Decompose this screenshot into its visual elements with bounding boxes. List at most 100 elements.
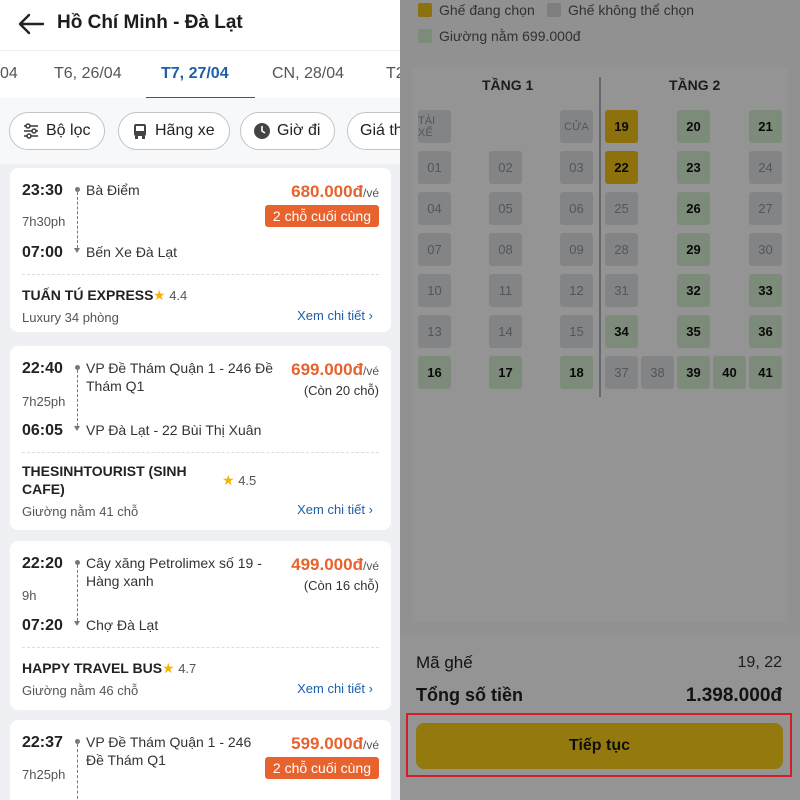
seat-27: 27 (749, 192, 782, 225)
seat-code-value: 19, 22 (737, 654, 782, 671)
star-icon: ★ (222, 472, 235, 488)
trip-card[interactable]: 23:30 7h30ph 07:00 Bà Điểm Bến Xe Đà Lạt… (10, 168, 391, 332)
door-marker: CỬA (560, 110, 593, 143)
view-details-link[interactable]: Xem chi tiết › (297, 308, 373, 323)
operator-name-line2: CAFE) (22, 481, 65, 497)
trip-card[interactable]: 22:20 9h 07:20 Cây xăng Petrolimex số 19… (10, 541, 391, 710)
view-details-label: Xem chi tiết (297, 308, 366, 323)
seat-21[interactable]: 21 (749, 110, 782, 143)
seat-31: 31 (605, 274, 638, 307)
operator-filter-button[interactable]: Hãng xe (118, 112, 230, 150)
seat-11: 11 (489, 274, 522, 307)
trip-card[interactable]: 22:40 7h25ph 06:05 VP Đề Thám Quận 1 - 2… (10, 346, 391, 530)
operator-rating: ★ 4.5 (222, 472, 256, 489)
last-seats-badge: 2 chỗ cuối cùng (264, 205, 379, 227)
operator-name-line1: THESINHTOURIST (SINH (22, 463, 187, 479)
clock-icon (254, 123, 270, 139)
trip-card[interactable]: 22:37 7h25ph VP Đề Thám Quận 1 - 246 Đề … (10, 720, 391, 800)
trip-price: 499.000đ/vé (291, 555, 379, 575)
filter-bar: Bộ lọc Hãng xe Giờ đi Giá th (0, 98, 400, 164)
sliders-icon (24, 123, 38, 139)
route-line (77, 744, 78, 800)
total-value: 1.398.000đ (685, 685, 782, 706)
floor-2-label: TẦNG 2 (669, 77, 721, 93)
trip-price: 699.000đ/vé (291, 360, 379, 380)
card-divider (22, 647, 379, 648)
seat-22[interactable]: 22 (605, 151, 638, 184)
seat-40[interactable]: 40 (713, 356, 746, 389)
legend-unavailable-swatch (547, 3, 561, 17)
seat-30: 30 (749, 233, 782, 266)
seat-36[interactable]: 36 (749, 315, 782, 348)
bus-icon (134, 124, 146, 139)
seat-18[interactable]: 18 (560, 356, 593, 389)
trip-list-screen: Hồ Chí Minh - Đà Lạt 04 T6, 26/04 T7, 27… (0, 0, 400, 800)
depart-time: 22:40 (22, 360, 63, 377)
view-details-link[interactable]: Xem chi tiết › (297, 681, 373, 696)
seat-20[interactable]: 20 (677, 110, 710, 143)
time-filter-button[interactable]: Giờ đi (240, 112, 336, 150)
arrive-time: 07:00 (22, 244, 63, 261)
filter-button[interactable]: Bộ lọc (9, 112, 106, 150)
trip-duration: 7h25ph (22, 767, 66, 782)
route-title: Hồ Chí Minh - Đà Lạt (57, 12, 243, 33)
price-unit: /vé (362, 364, 379, 378)
view-details-link[interactable]: Xem chi tiết › (297, 502, 373, 517)
seat-39[interactable]: 39 (677, 356, 710, 389)
seat-12: 12 (560, 274, 593, 307)
dropoff-point: VP Đà Lạt - 22 Bùi Thị Xuân (86, 422, 262, 438)
seat-17[interactable]: 17 (489, 356, 522, 389)
view-details-label: Xem chi tiết (297, 681, 366, 696)
tab-date-27[interactable]: T7, 27/04 (161, 65, 229, 83)
tab-date-next[interactable]: T2 (386, 65, 400, 83)
route-arrow-icon (74, 426, 80, 431)
trip-duration: 7h25ph (22, 394, 66, 409)
seat-37: 37 (605, 356, 638, 389)
pickup-point: Bà Điểm (86, 182, 140, 198)
top-bar: Hồ Chí Minh - Đà Lạt (0, 0, 400, 50)
seat-09: 09 (560, 233, 593, 266)
pickup-point-line2: Đề Thám Q1 (86, 752, 166, 768)
tab-date-26[interactable]: T6, 26/04 (54, 65, 122, 83)
seat-26[interactable]: 26 (677, 192, 710, 225)
route-line (77, 565, 78, 621)
seat-04: 04 (418, 192, 451, 225)
price-value: 599.000đ (291, 734, 363, 753)
tab-date-prev[interactable]: 04 (0, 65, 18, 83)
seat-29[interactable]: 29 (677, 233, 710, 266)
seat-33[interactable]: 33 (749, 274, 782, 307)
seat-23[interactable]: 23 (677, 151, 710, 184)
price-unit: /vé (362, 559, 379, 573)
seat-05: 05 (489, 192, 522, 225)
time-filter-label: Giờ đi (277, 122, 321, 139)
depart-time: 22:20 (22, 555, 63, 572)
trip-duration: 9h (22, 588, 37, 603)
coach-type: Luxury 34 phòng (22, 310, 119, 325)
price-value: 499.000đ (291, 555, 363, 574)
seat-19[interactable]: 19 (605, 110, 638, 143)
seat-map: TẦNG 1 TẦNG 2 TÀI XẾ CỬA 01 02 03 04 05 06 07 0… (412, 67, 788, 622)
tab-date-28[interactable]: CN, 28/04 (272, 65, 344, 83)
trip-price: 680.000đ/vé (291, 182, 379, 202)
coach-type: Giường nằm 41 chỗ (22, 504, 139, 519)
pickup-point-line1: VP Đề Thám Quận 1 - 246 (86, 734, 252, 750)
pickup-point-line1: VP Đề Thám Quận 1 - 246 Đề (86, 360, 274, 376)
floor-divider (599, 77, 601, 397)
seat-14: 14 (489, 315, 522, 348)
seat-34[interactable]: 34 (605, 315, 638, 348)
seat-16[interactable]: 16 (418, 356, 451, 389)
seat-41[interactable]: 41 (749, 356, 782, 389)
seat-03: 03 (560, 151, 593, 184)
rating-value: 4.5 (238, 473, 257, 488)
card-divider (22, 274, 379, 275)
price-filter-button[interactable]: Giá th (347, 112, 400, 150)
seat-01: 01 (418, 151, 451, 184)
seat-06: 06 (560, 192, 593, 225)
arrow-left-icon[interactable] (16, 11, 46, 37)
seat-25: 25 (605, 192, 638, 225)
seat-32[interactable]: 32 (677, 274, 710, 307)
total-label: Tổng số tiền (416, 685, 523, 705)
pickup-point-line1: Cây xăng Petrolimex số 19 - (86, 555, 262, 571)
route-arrow-icon (74, 248, 80, 253)
seat-35[interactable]: 35 (677, 315, 710, 348)
